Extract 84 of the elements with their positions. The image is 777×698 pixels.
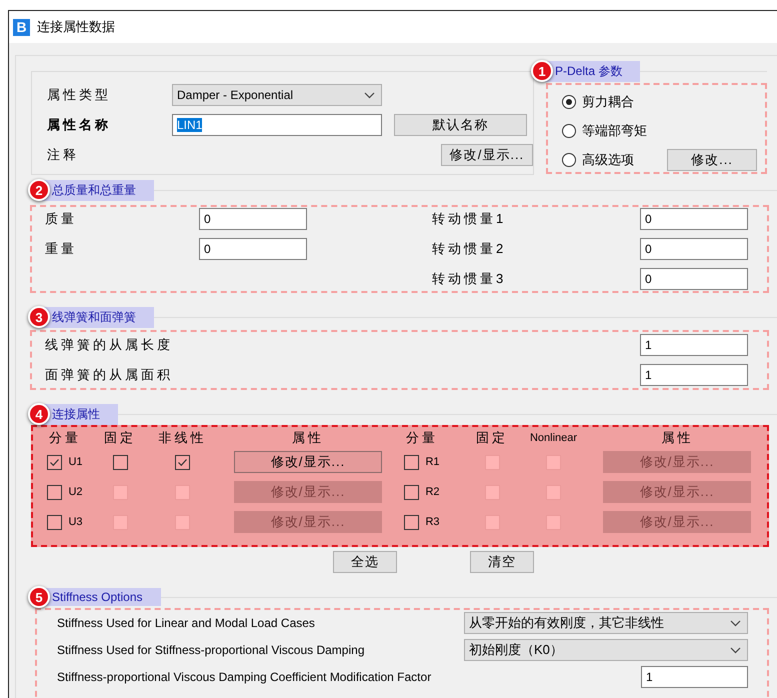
check-icon: [177, 456, 188, 468]
checkbox-label[interactable]: U1: [68, 456, 83, 468]
app-icon: B: [13, 18, 30, 36]
checkbox[interactable]: [404, 454, 420, 470]
field-label: 属性类型: [47, 86, 112, 104]
field-label: 注释: [47, 146, 80, 164]
field-label: 重量: [45, 240, 78, 258]
input-field[interactable]: 1: [640, 334, 748, 356]
checkbox[interactable]: [404, 514, 420, 530]
field-label: 转动惯量2: [432, 240, 508, 258]
chevron-icon: [364, 92, 375, 98]
field-label: 转动惯量1: [432, 210, 508, 228]
dropdown[interactable]: Damper - Exponential: [172, 84, 382, 106]
radio-label[interactable]: 高级选项: [582, 151, 667, 169]
chevron-icon: [730, 620, 741, 626]
checkbox[interactable]: [484, 514, 500, 530]
field-label: 质量: [45, 210, 78, 228]
checkbox[interactable]: [175, 514, 190, 530]
field-label: 属性名称: [47, 116, 112, 134]
number-badge: 2: [28, 179, 50, 201]
column-header: 非线性: [158, 429, 208, 447]
number-badge: 4: [28, 403, 50, 425]
field-label: 转动惯量3: [432, 270, 508, 288]
column-header: 固定: [475, 429, 509, 447]
modify-button[interactable]: 修改...: [667, 149, 757, 171]
group-title: P-Delta 参数: [545, 60, 640, 82]
input-field[interactable]: 0: [199, 208, 307, 230]
input-field[interactable]: 0: [640, 238, 748, 260]
checkbox-label[interactable]: R3: [425, 516, 440, 528]
number-badge: 1: [531, 60, 553, 82]
checkbox[interactable]: [47, 454, 62, 470]
checkbox[interactable]: [112, 454, 128, 470]
checkbox[interactable]: [404, 484, 420, 500]
checkbox[interactable]: [546, 484, 561, 500]
checkbox[interactable]: [47, 484, 62, 500]
input-field[interactable]: LIN1: [172, 114, 382, 136]
column-header: 属性: [291, 429, 325, 447]
input-field[interactable]: 0: [640, 268, 748, 290]
checkbox[interactable]: [112, 484, 128, 500]
action-button[interactable]: 清空: [470, 551, 534, 573]
column-header: 属性: [660, 429, 694, 447]
check-icon: [49, 456, 60, 468]
action-button[interactable]: 全选: [333, 551, 397, 573]
window-title: 连接属性数据: [37, 18, 115, 36]
input-field[interactable]: 1: [641, 666, 748, 688]
checkbox[interactable]: [546, 514, 561, 530]
checkbox-label[interactable]: R1: [425, 456, 440, 468]
checkbox-label[interactable]: U2: [68, 486, 83, 498]
input-field[interactable]: 0: [199, 238, 307, 260]
field-label: 线弹簧的从属长度: [45, 336, 173, 354]
checkbox-label[interactable]: R2: [425, 486, 440, 498]
number-badge: 5: [28, 586, 50, 608]
radio-label[interactable]: 等端部弯矩: [582, 122, 667, 140]
field-label: Stiffness Used for Linear and Modal Load Cases: [57, 616, 315, 630]
field-label: Stiffness Used for Stiffness-proportional Viscous Damping: [57, 643, 364, 657]
modify-button[interactable]: 修改/显示...: [440, 144, 533, 166]
group-title: 总质量和总重量: [42, 180, 154, 200]
default-name-button[interactable]: 默认名称: [394, 114, 527, 136]
checkbox[interactable]: [47, 514, 62, 530]
radio-button[interactable]: [562, 95, 576, 109]
dropdown[interactable]: 从零开始的有效刚度，其它非线性: [464, 612, 748, 634]
column-header: Nonlinear: [528, 432, 578, 444]
checkbox[interactable]: [175, 454, 190, 470]
checkbox[interactable]: [484, 454, 500, 470]
number-badge: 3: [28, 306, 50, 328]
dropdown[interactable]: 初始刚度（K0）: [464, 639, 748, 661]
field-label: 面弹簧的从属面积: [45, 366, 173, 384]
group-title: 线弹簧和面弹簧: [42, 306, 154, 328]
checkbox[interactable]: [112, 514, 128, 530]
column-header: 固定: [103, 429, 137, 447]
input-field[interactable]: 0: [640, 208, 748, 230]
field-label: Stiffness-proportional Viscous Damping Coefficient Modification Factor: [57, 670, 432, 684]
input-field[interactable]: 1: [640, 364, 748, 386]
checkbox[interactable]: [175, 484, 190, 500]
checkbox[interactable]: [546, 454, 561, 470]
column-header: 分量: [48, 429, 82, 447]
radio-button[interactable]: [562, 124, 576, 138]
modify-button[interactable]: 修改/显示...: [234, 451, 382, 473]
radio-label[interactable]: 剪力耦合: [582, 93, 667, 111]
checkbox[interactable]: [484, 484, 500, 500]
column-header: 分量: [405, 429, 439, 447]
checkbox-label[interactable]: U3: [68, 516, 83, 528]
chevron-icon: [730, 646, 741, 654]
radio-button[interactable]: [562, 153, 576, 167]
